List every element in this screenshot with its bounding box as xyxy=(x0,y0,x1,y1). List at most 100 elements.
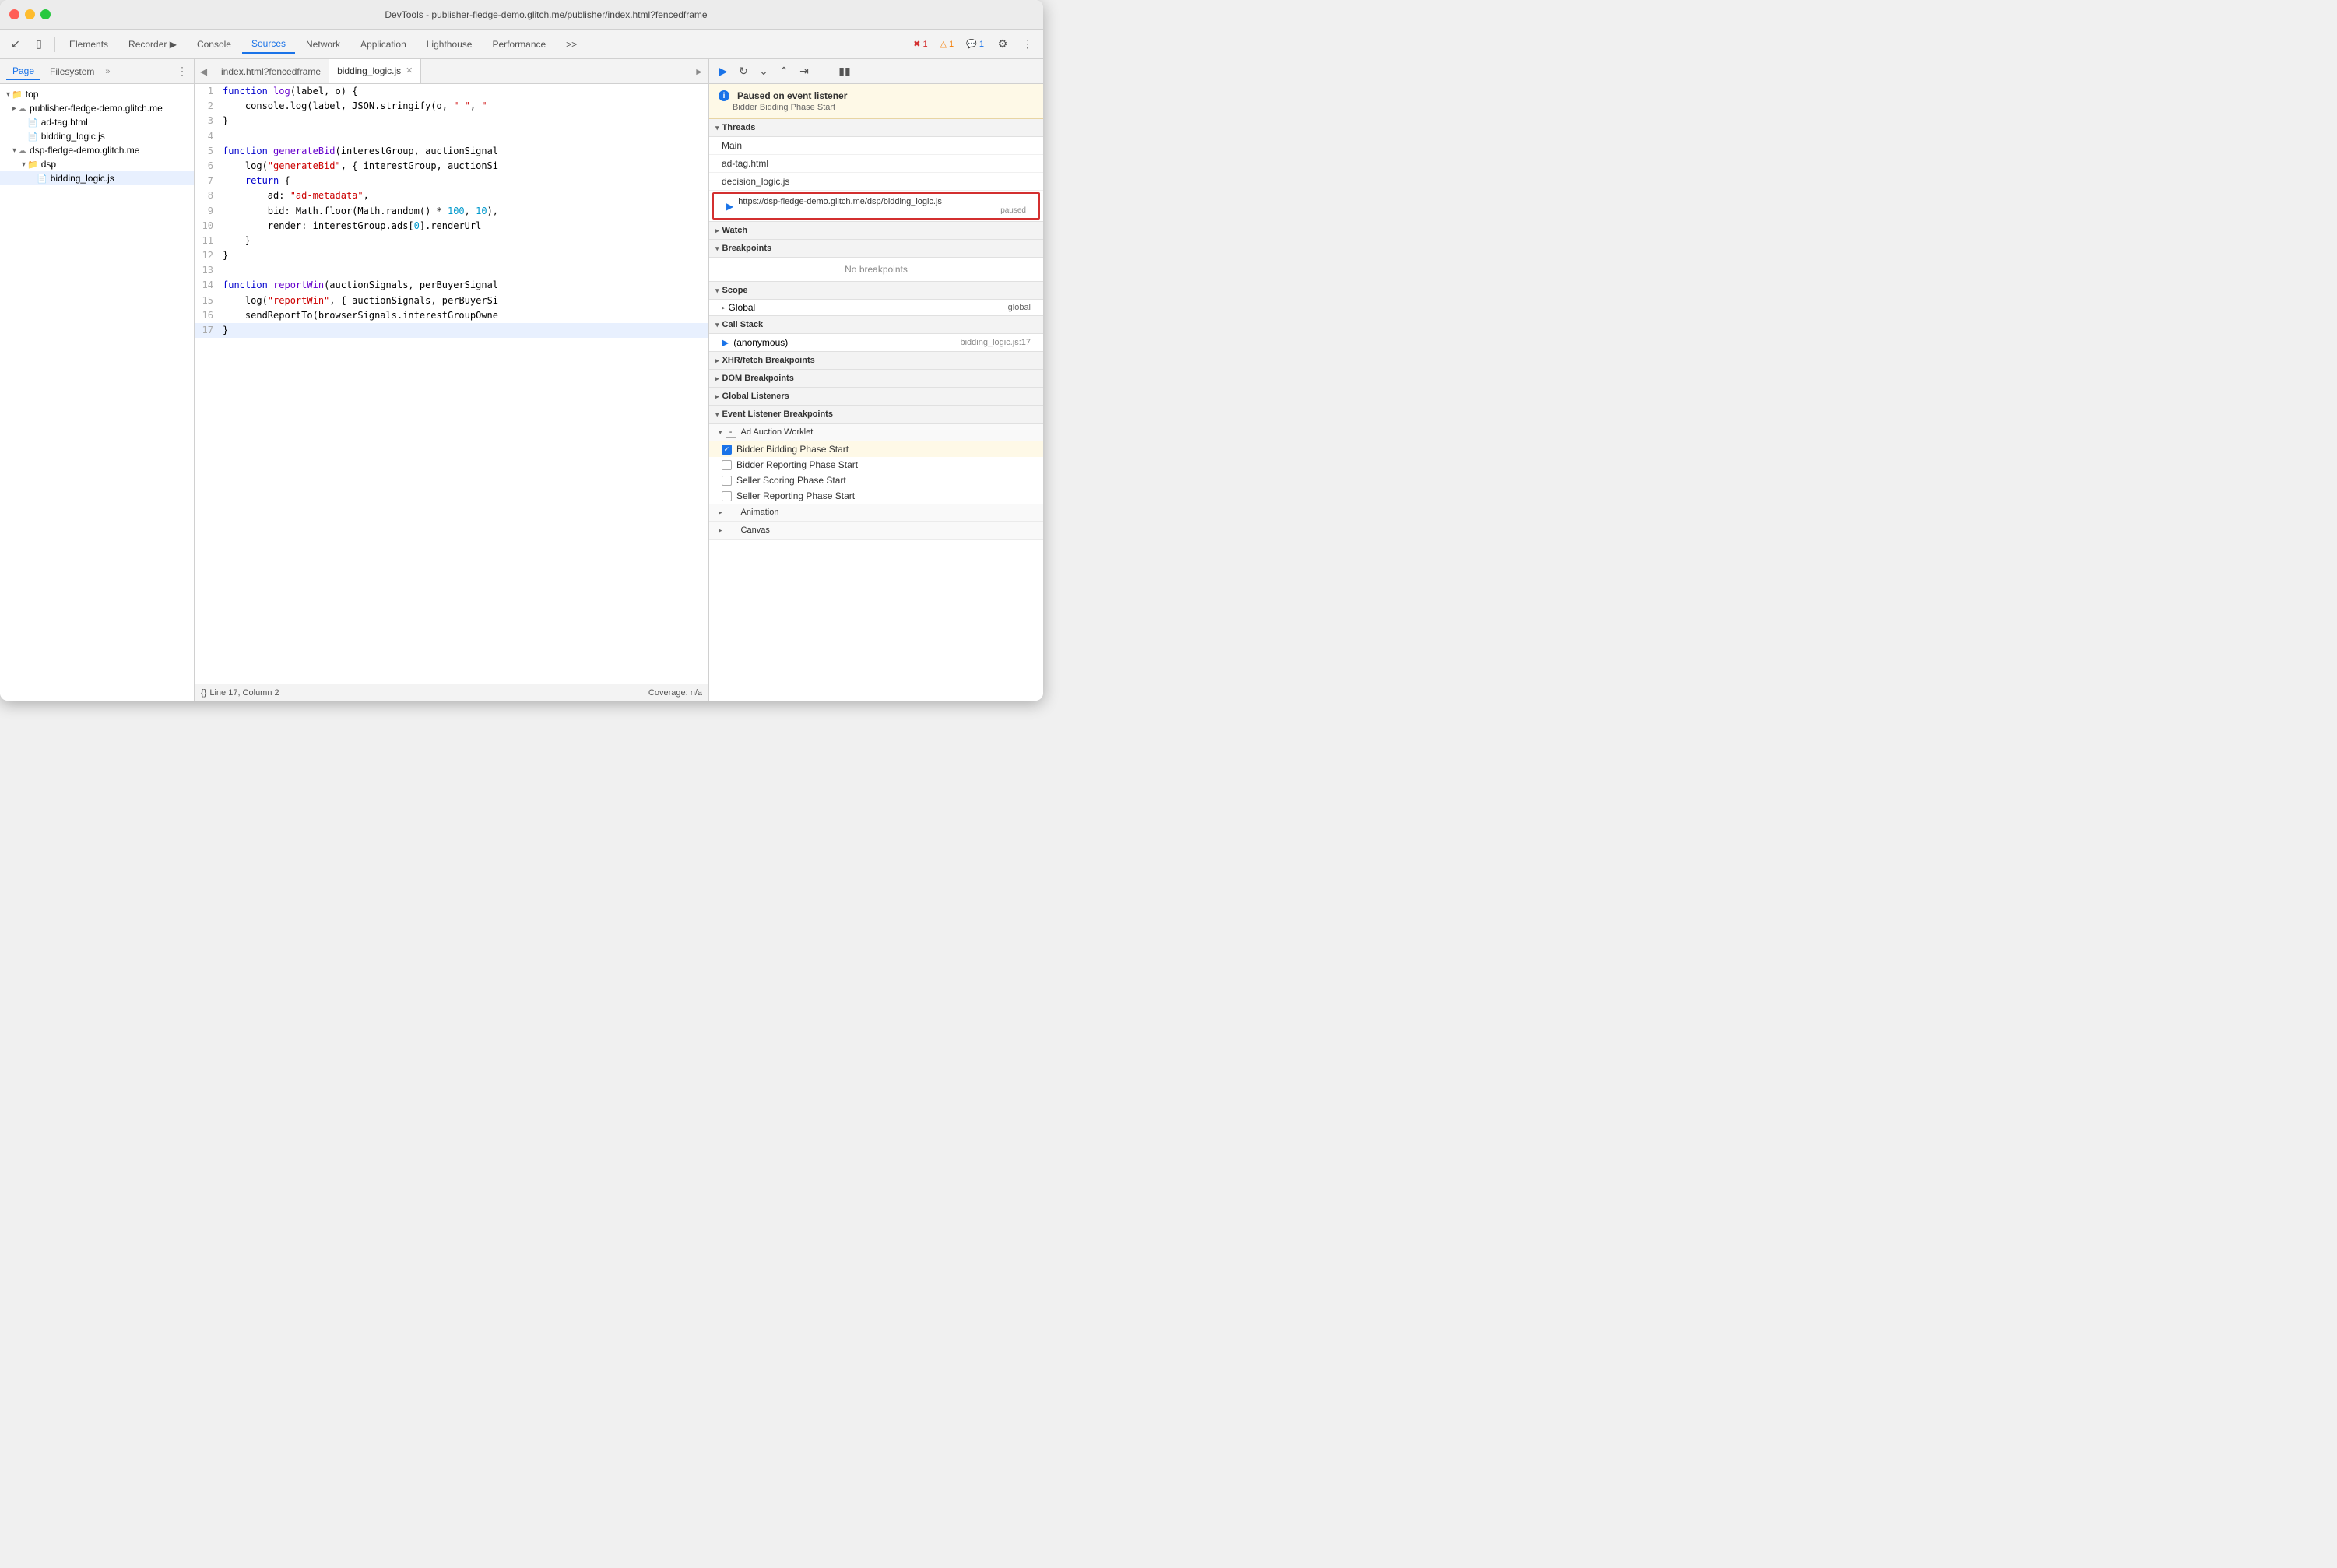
resume-button[interactable]: ▶ xyxy=(714,62,733,81)
maximize-button[interactable] xyxy=(40,9,51,19)
step-into-button[interactable]: ⌄ xyxy=(754,62,773,81)
tree-item-top[interactable]: ▾ 📁 top xyxy=(0,87,194,101)
tree-label-publisher: publisher-fledge-demo.glitch.me xyxy=(30,103,163,114)
call-stack-anonymous[interactable]: ▶ (anonymous) bidding_logic.js:17 xyxy=(709,334,1043,351)
debug-panel: ▶ ↻ ⌄ ⌃ ⇥ ⎯ ▮▮ i Paused on event listene… xyxy=(708,59,1043,701)
tab-recorder[interactable]: Recorder ▶ xyxy=(119,36,186,53)
step-button[interactable]: ⇥ xyxy=(795,62,814,81)
seller-reporting-checkbox[interactable] xyxy=(722,491,732,501)
animation-header[interactable]: ▸ Animation xyxy=(709,504,1043,522)
tab-lighthouse[interactable]: Lighthouse xyxy=(417,36,482,53)
canvas-label: Canvas xyxy=(741,526,770,535)
tab-performance[interactable]: Performance xyxy=(483,36,555,53)
step-out-button[interactable]: ⌃ xyxy=(775,62,793,81)
triangle-right-icon: ▸ xyxy=(12,104,16,113)
editor-nav-left[interactable]: ◀ xyxy=(195,59,213,84)
line-code-16: sendReportTo(browserSignals.interestGrou… xyxy=(223,308,708,323)
breakpoints-section-header[interactable]: ▾ Breakpoints xyxy=(709,240,1043,258)
more-options-button[interactable]: ⋮ xyxy=(1017,34,1038,54)
line-num-11: 11 xyxy=(195,234,223,248)
deactivate-breakpoints-button[interactable]: ⎯ xyxy=(815,62,834,81)
tab-filesystem[interactable]: Filesystem xyxy=(44,64,100,79)
bidder-bidding-checkbox[interactable]: ✓ xyxy=(722,445,732,455)
code-line-4: 4 xyxy=(195,129,708,144)
xhr-section-header[interactable]: ▸ XHR/fetch Breakpoints xyxy=(709,352,1043,370)
file-tabs-more[interactable]: » xyxy=(105,67,110,76)
threads-content: Main ad-tag.html decision_logic.js ▶ htt… xyxy=(709,137,1043,222)
thread-decision-logic[interactable]: decision_logic.js xyxy=(709,173,1043,191)
thread-bidding-dsp[interactable]: ▶ https://dsp-fledge-demo.glitch.me/dsp/… xyxy=(712,192,1040,220)
watch-collapse-icon: ▸ xyxy=(715,227,719,235)
tree-item-publisher-domain[interactable]: ▸ ☁ publisher-fledge-demo.glitch.me xyxy=(0,101,194,115)
tab-page[interactable]: Page xyxy=(6,63,40,80)
warning-badge[interactable]: △ 1 xyxy=(936,37,959,51)
folder-dsp-icon: 📁 xyxy=(27,160,38,170)
toolbar-divider-1 xyxy=(54,37,55,52)
global-listeners-label: Global Listeners xyxy=(722,392,789,401)
tree-item-bidding-dsp[interactable]: ▸ 📄 bidding_logic.js xyxy=(0,171,194,185)
thread-ad-tag[interactable]: ad-tag.html xyxy=(709,155,1043,173)
file-panel-menu-icon[interactable]: ⋮ xyxy=(177,65,188,78)
dom-breakpoints-section-header[interactable]: ▸ DOM Breakpoints xyxy=(709,370,1043,388)
debug-toolbar: ▶ ↻ ⌄ ⌃ ⇥ ⎯ ▮▮ xyxy=(709,59,1043,84)
info-badge[interactable]: 💬 1 xyxy=(961,37,989,51)
event-listener-collapse-icon: ▾ xyxy=(715,410,719,419)
pause-on-exceptions-button[interactable]: ▮▮ xyxy=(835,62,854,81)
thread-main[interactable]: Main xyxy=(709,137,1043,155)
tree-item-dsp-folder[interactable]: ▾ 📁 dsp xyxy=(0,157,194,171)
line-num-16: 16 xyxy=(195,308,223,323)
call-stack-section-header[interactable]: ▾ Call Stack xyxy=(709,316,1043,334)
code-editor[interactable]: 1 function log(label, o) { 2 console.log… xyxy=(195,84,708,684)
error-icon: ✖ xyxy=(913,39,920,49)
seller-scoring-checkbox[interactable] xyxy=(722,476,732,486)
tab-network[interactable]: Network xyxy=(297,36,350,53)
tree-label-ad-tag: ad-tag.html xyxy=(41,117,88,128)
tree-label-dsp-folder: dsp xyxy=(41,159,56,170)
canvas-header[interactable]: ▸ Canvas xyxy=(709,522,1043,540)
editor-tab-more[interactable]: ► xyxy=(690,59,708,84)
event-seller-reporting[interactable]: Seller Reporting Phase Start xyxy=(709,488,1043,504)
editor-tab-index-label: index.html?fencedframe xyxy=(221,66,321,77)
error-badge[interactable]: ✖ 1 xyxy=(908,37,932,51)
event-bidder-bidding[interactable]: ✓ Bidder Bidding Phase Start xyxy=(709,441,1043,457)
breakpoints-collapse-icon: ▾ xyxy=(715,244,719,253)
editor-tab-close-icon[interactable]: ✕ xyxy=(406,65,413,76)
line-code-14: function reportWin(auctionSignals, perBu… xyxy=(223,278,708,293)
threads-section-header[interactable]: ▾ Threads xyxy=(709,119,1043,137)
line-code-1: function log(label, o) { xyxy=(223,84,708,99)
seller-scoring-label: Seller Scoring Phase Start xyxy=(736,475,846,486)
cursor-tool-button[interactable]: ↙ xyxy=(5,34,26,54)
scope-section-header[interactable]: ▾ Scope xyxy=(709,282,1043,300)
editor-tab-bidding[interactable]: bidding_logic.js ✕ xyxy=(329,59,421,84)
js-file-icon-dsp: 📄 xyxy=(37,174,47,184)
tree-item-bidding-publisher[interactable]: ▸ 📄 bidding_logic.js xyxy=(0,129,194,143)
watch-section-header[interactable]: ▸ Watch xyxy=(709,222,1043,240)
ad-auction-worklet-header[interactable]: ▾ - Ad Auction Worklet xyxy=(709,424,1043,441)
step-over-button[interactable]: ↻ xyxy=(734,62,753,81)
tab-console[interactable]: Console xyxy=(188,36,241,53)
event-bidder-reporting[interactable]: Bidder Reporting Phase Start xyxy=(709,457,1043,473)
thread-main-label: Main xyxy=(722,140,742,151)
tab-elements[interactable]: Elements xyxy=(60,36,118,53)
code-line-9: 9 bid: Math.floor(Math.random() * 100, 1… xyxy=(195,204,708,219)
paused-banner: i Paused on event listener Bidder Biddin… xyxy=(709,84,1043,119)
tab-sources[interactable]: Sources xyxy=(242,35,295,54)
settings-button[interactable]: ⚙ xyxy=(992,34,1014,54)
global-listeners-section-header[interactable]: ▸ Global Listeners xyxy=(709,388,1043,406)
tree-item-dsp-domain[interactable]: ▾ ☁ dsp-fledge-demo.glitch.me xyxy=(0,143,194,157)
xhr-label: XHR/fetch Breakpoints xyxy=(722,356,815,365)
scope-global[interactable]: ▸ Global global xyxy=(709,300,1043,315)
close-button[interactable] xyxy=(9,9,19,19)
device-toolbar-button[interactable]: ▯ xyxy=(28,34,50,54)
tree-item-ad-tag[interactable]: ▸ 📄 ad-tag.html xyxy=(0,115,194,129)
format-icon[interactable]: {} xyxy=(201,688,206,698)
tab-application[interactable]: Application xyxy=(351,36,416,53)
event-listener-section-header[interactable]: ▾ Event Listener Breakpoints xyxy=(709,406,1043,424)
ad-auction-checkbox-minus[interactable]: - xyxy=(726,427,736,438)
bidder-reporting-checkbox[interactable] xyxy=(722,460,732,470)
event-seller-scoring[interactable]: Seller Scoring Phase Start xyxy=(709,473,1043,488)
file-tree: ▾ 📁 top ▸ ☁ publisher-fledge-demo.glitch… xyxy=(0,84,194,701)
minimize-button[interactable] xyxy=(25,9,35,19)
editor-tab-index[interactable]: index.html?fencedframe xyxy=(213,59,329,84)
tab-more[interactable]: >> xyxy=(557,36,586,53)
